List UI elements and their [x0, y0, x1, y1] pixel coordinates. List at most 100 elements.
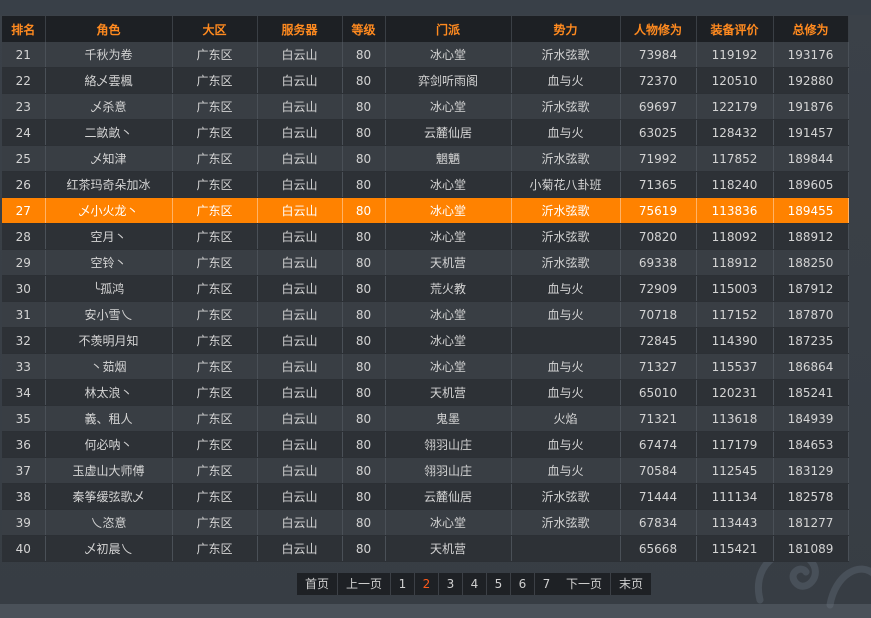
level-cell: 80: [342, 535, 386, 562]
table-row: 21 千秋为卷 广东区 白云山 80 冰心堂 沂水弦歌 73984 119192 193176: [2, 42, 849, 68]
role-name-cell: 乄初晨乀: [45, 535, 173, 562]
region-cell: 广东区: [172, 483, 258, 510]
server-cell: 白云山: [257, 535, 343, 562]
page-number-button[interactable]: 4: [463, 573, 487, 595]
sect-cell: 冰心堂: [385, 42, 512, 68]
page-number-button[interactable]: 7: [535, 573, 558, 595]
role-name-cell: ╰孤鸿: [45, 275, 173, 302]
rank-cell: 30: [2, 275, 46, 302]
total-cultivation-cell: 189455: [773, 197, 849, 224]
sect-cell: 冰心堂: [385, 301, 512, 328]
sect-cell: 天机营: [385, 379, 512, 406]
faction-cell: 沂水弦歌: [511, 42, 621, 68]
equipment-rating-cell: 118912: [696, 249, 774, 276]
role-name-cell: 何必呐丶: [45, 431, 173, 458]
rank-cell: 25: [2, 145, 46, 172]
region-cell: 广东区: [172, 509, 258, 536]
region-cell: 广东区: [172, 327, 258, 354]
total-cultivation-cell: 181089: [773, 535, 849, 562]
server-header: 服务器: [257, 16, 343, 42]
faction-cell: 小菊花八卦班: [511, 171, 621, 198]
character-cultivation-cell: 67834: [620, 509, 697, 536]
table-row: 39 乀恣意 广东区 白云山 80 冰心堂 沂水弦歌 67834 113443 181277: [2, 509, 849, 536]
role-name-cell: 林太浪丶: [45, 379, 173, 406]
table-row: 32 不羡明月知 广东区 白云山 80 冰心堂 72845 114390 187235: [2, 327, 849, 354]
sect-cell: 冰心堂: [385, 171, 512, 198]
character-cultivation-cell: 67474: [620, 431, 697, 458]
sect-cell: 翎羽山庄: [385, 431, 512, 458]
faction-cell: 沂水弦歌: [511, 197, 621, 224]
sect-cell: 天机营: [385, 535, 512, 562]
character-cultivation-cell: 65010: [620, 379, 697, 406]
character-cultivation-cell: 75619: [620, 197, 697, 224]
rank-cell: 38: [2, 483, 46, 510]
level-cell: 80: [342, 353, 386, 380]
region-cell: 广东区: [172, 535, 258, 562]
equipment-rating-cell: 118240: [696, 171, 774, 198]
equipment-rating-cell: 113443: [696, 509, 774, 536]
page-number-button[interactable]: 3: [439, 573, 463, 595]
character-cultivation-cell: 69697: [620, 93, 697, 120]
server-cell: 白云山: [257, 379, 343, 406]
faction-cell: [511, 327, 621, 354]
character-cultivation-cell: 69338: [620, 249, 697, 276]
last-page-button[interactable]: 末页: [611, 573, 651, 595]
faction-cell: [511, 535, 621, 562]
equipment-rating-cell: 115537: [696, 353, 774, 380]
level-header: 等级: [342, 16, 386, 42]
equipment-rating-cell: 113836: [696, 197, 774, 224]
rank-cell: 32: [2, 327, 46, 354]
server-cell: 白云山: [257, 249, 343, 276]
first-page-button[interactable]: 首页: [297, 573, 338, 595]
role-name-cell: 乄小火龙丶: [45, 197, 173, 224]
total-cultivation-cell: 188250: [773, 249, 849, 276]
rank-cell: 28: [2, 223, 46, 250]
table-row: 29 空铃丶 广东区 白云山 80 天机营 沂水弦歌 69338 118912 188250: [2, 249, 849, 276]
page-number-button[interactable]: 5: [487, 573, 511, 595]
region-cell: 广东区: [172, 379, 258, 406]
sect-cell: 弈剑听雨阁: [385, 67, 512, 94]
page-number-button[interactable]: 1: [391, 573, 415, 595]
character-cultivation-cell: 72845: [620, 327, 697, 354]
page-number-current[interactable]: 2: [415, 573, 439, 595]
equipment-rating-cell: 120510: [696, 67, 774, 94]
rank-cell: 22: [2, 67, 46, 94]
equipment-rating-cell: 118092: [696, 223, 774, 250]
region-cell: 广东区: [172, 145, 258, 172]
faction-cell: 血与火: [511, 353, 621, 380]
table-row: 25 乄知津 广东区 白云山 80 魍魉 沂水弦歌 71992 117852 189844: [2, 145, 849, 172]
server-cell: 白云山: [257, 327, 343, 354]
prev-page-button[interactable]: 上一页: [338, 573, 391, 595]
sect-cell: 冰心堂: [385, 509, 512, 536]
level-cell: 80: [342, 405, 386, 432]
level-cell: 80: [342, 457, 386, 484]
region-cell: 广东区: [172, 405, 258, 432]
server-cell: 白云山: [257, 42, 343, 68]
table-row: 38 秦筝缓弦歌乄 广东区 白云山 80 云麓仙居 沂水弦歌 71444 111134 18257…: [2, 483, 849, 510]
server-cell: 白云山: [257, 67, 343, 94]
total-cultivation-cell: 184653: [773, 431, 849, 458]
table-row: 28 空月丶 广东区 白云山 80 冰心堂 沂水弦歌 70820 118092 188912: [2, 223, 849, 250]
character-cultivation-cell: 71444: [620, 483, 697, 510]
rank-cell: 39: [2, 509, 46, 536]
page-number-list: 1234567: [391, 573, 558, 595]
table-body: 21 千秋为卷 广东区 白云山 80 冰心堂 沂水弦歌 73984 119192 193176 22…: [2, 42, 849, 562]
server-cell: 白云山: [257, 353, 343, 380]
total-cultivation-cell: 185241: [773, 379, 849, 406]
equipment-rating-header: 装备评价: [696, 16, 774, 42]
role-name-cell: 空月丶: [45, 223, 173, 250]
faction-header: 势力: [511, 16, 621, 42]
next-page-button[interactable]: 下一页: [558, 573, 611, 595]
faction-cell: 沂水弦歌: [511, 249, 621, 276]
region-cell: 广东区: [172, 457, 258, 484]
rank-cell: 31: [2, 301, 46, 328]
page-number-button[interactable]: 6: [511, 573, 535, 595]
table-row: 36 何必呐丶 广东区 白云山 80 翎羽山庄 血与火 67474 117179 184653: [2, 431, 849, 458]
character-cultivation-cell: 70820: [620, 223, 697, 250]
equipment-rating-cell: 122179: [696, 93, 774, 120]
level-cell: 80: [342, 223, 386, 250]
total-cultivation-cell: 181277: [773, 509, 849, 536]
level-cell: 80: [342, 119, 386, 146]
table-row: 40 乄初晨乀 广东区 白云山 80 天机营 65668 115421 181089: [2, 535, 849, 562]
rank-cell: 36: [2, 431, 46, 458]
